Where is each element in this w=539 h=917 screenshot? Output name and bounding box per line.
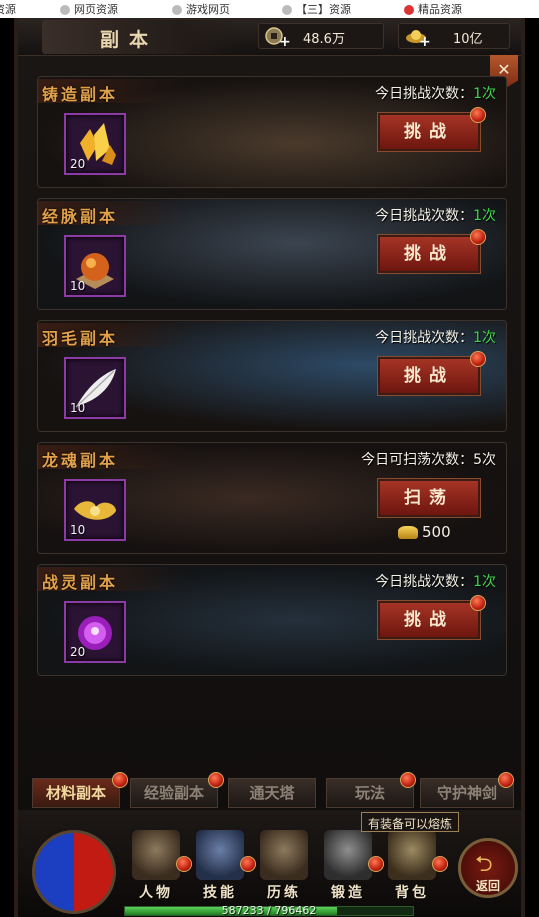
challenge-count-label: 今日挑战次数：1次 [375,330,496,346]
return-button[interactable]: ⮌ 返回 [458,838,518,898]
return-label: 返回 [475,879,500,893]
challenge-button[interactable]: 挑战 [377,356,481,396]
reward-item-slot[interactable]: 20 [64,601,126,663]
dungeon-card: 战灵副本 20 今日挑战次数：1次 挑战 [37,564,507,676]
challenge-count-label: 今日挑战次数：1次 [375,574,496,590]
panel-header: 副本 + 48.6万 + 10亿 [18,18,521,56]
challenge-button[interactable]: 挑战 [377,600,481,640]
page-title: 副本 [100,29,159,51]
copper-resource: + 48.6万 [258,23,384,50]
copper-value: 48.6万 [303,32,345,47]
nav-training[interactable]: 历练 [254,830,314,910]
warrior-helmet-icon [132,830,180,880]
bookmark-strip: 资源 网页资源 游戏网页 【三】资源 精品资源 [0,0,539,18]
bottom-nav-bar: 人物 技能 历练 锻造 背包 有装备可以熔炼 ⮌ 返回 587233 / 796… [18,810,521,917]
dungeon-card: 铸造副本 20 今日挑战次数：1次 挑战 [37,76,507,188]
dungeon-name: 羽毛副本 [42,329,119,348]
nav-forge[interactable]: 锻造 [318,830,378,910]
notification-dot-icon [432,856,448,872]
reward-item-slot[interactable]: 10 [64,357,126,419]
yin-yang-emblem-icon[interactable] [32,830,116,914]
armor-icon [260,830,308,880]
dungeon-name: 铸造副本 [42,85,119,104]
gold-ingot-icon [398,526,418,539]
bookmark-item[interactable]: 【三】资源 [282,1,351,17]
nav-skills[interactable]: 技能 [190,830,250,910]
notification-dot-icon [470,229,486,245]
bookmark-icon [60,5,70,15]
dungeon-name: 龙魂副本 [42,451,119,470]
dungeon-card: 龙魂副本 10 今日可扫荡次数：5次 扫荡 500 [37,442,507,554]
sweep-count-label: 今日可扫荡次数：5次 [361,452,496,468]
bookmark-icon [404,5,414,15]
nav-label: 背包 [395,885,429,901]
notification-dot-icon [112,772,128,788]
skill-book-icon [196,830,244,880]
bookmark-icon [282,5,292,15]
dungeon-tabs: 材料副本 经验副本 通天塔 玩法 守护神剑 [18,772,521,810]
reward-item-slot[interactable]: 20 [64,113,126,175]
challenge-count-label: 今日挑战次数：1次 [375,86,496,102]
nav-label: 人物 [139,885,173,901]
item-count: 20 [70,645,86,659]
tab-exp-dungeon[interactable]: 经验副本 [130,778,218,808]
tab-sky-tower[interactable]: 通天塔 [228,778,316,808]
challenge-count-label: 今日挑战次数：1次 [375,208,496,224]
challenge-button[interactable]: 挑战 [377,112,481,152]
notification-dot-icon [498,772,514,788]
nav-label: 锻造 [331,885,365,901]
dungeon-card: 羽毛副本 10 今日挑战次数：1次 挑战 [37,320,507,432]
anvil-icon [324,830,372,880]
xp-text: 587233 / 796462 [221,904,317,917]
bookmark-item[interactable]: 资源 [0,1,16,17]
sweep-button[interactable]: 扫荡 [377,478,481,518]
reward-item-slot[interactable]: 10 [64,235,126,297]
bookmark-icon [172,5,182,15]
nav-character[interactable]: 人物 [126,830,186,910]
add-gold-icon[interactable]: + [419,34,431,50]
backpack-icon [388,830,436,880]
smelt-tip: 有装备可以熔炼 [361,812,460,832]
dungeon-name: 经脉副本 [42,207,119,226]
dungeon-name: 战灵副本 [42,573,119,592]
bookmark-item[interactable]: 游戏网页 [172,1,230,17]
notification-dot-icon [470,595,486,611]
bookmark-item[interactable]: 精品资源 [404,1,462,17]
notification-dot-icon [400,772,416,788]
dungeon-panel: 副本 + 48.6万 + 10亿 ✕ 铸造副本 20 今日挑战次数：1次 挑战 … [14,18,525,917]
notification-dot-icon [470,351,486,367]
bookmark-item[interactable]: 网页资源 [60,1,118,17]
notification-dot-icon [470,107,486,123]
sweep-cost: 500 [398,523,451,541]
nav-label: 技能 [203,885,237,901]
nav-backpack[interactable]: 背包 [382,830,442,910]
item-count: 20 [70,157,86,171]
add-copper-icon[interactable]: + [279,34,291,50]
nav-label: 历练 [267,885,301,901]
gold-resource: + 10亿 [398,23,510,50]
item-count: 10 [70,279,86,293]
challenge-button[interactable]: 挑战 [377,234,481,274]
item-count: 10 [70,401,86,415]
notification-dot-icon [208,772,224,788]
tab-material-dungeon[interactable]: 材料副本 [32,778,120,808]
item-count: 10 [70,523,86,537]
gold-value: 10亿 [453,32,483,47]
dungeon-card: 经脉副本 10 今日挑战次数：1次 挑战 [37,198,507,310]
reward-item-slot[interactable]: 10 [64,479,126,541]
